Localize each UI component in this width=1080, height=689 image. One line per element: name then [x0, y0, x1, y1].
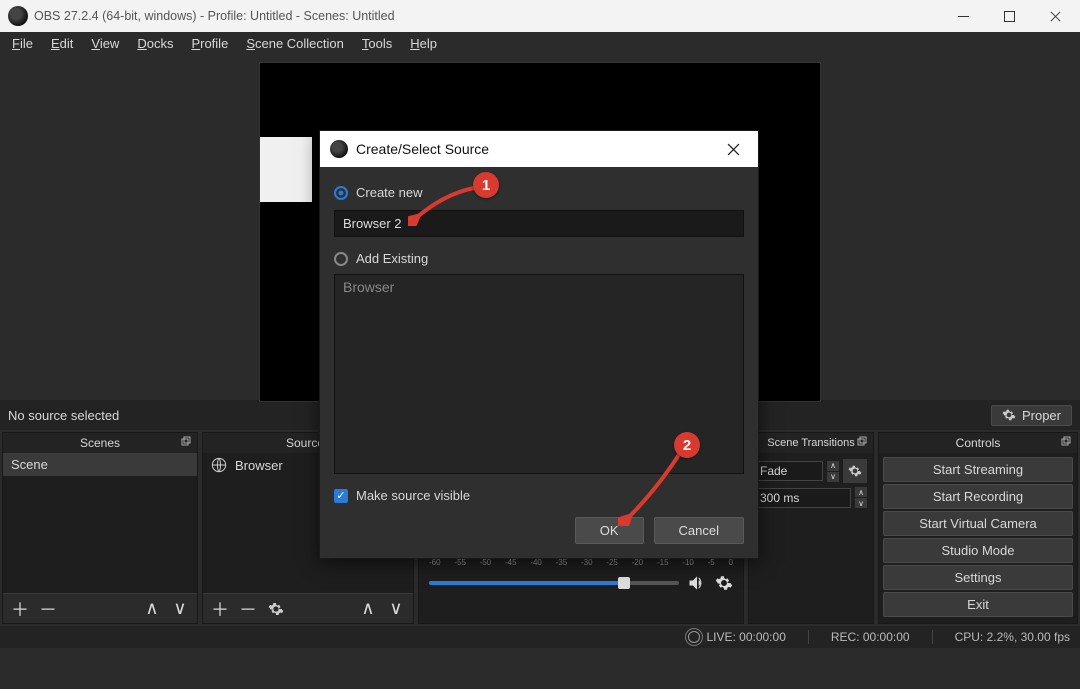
speaker-icon[interactable] — [687, 573, 707, 593]
menu-view[interactable]: View — [83, 34, 127, 53]
move-source-up-button[interactable]: ∧ — [355, 597, 381, 621]
start-recording-button[interactable]: Start Recording — [883, 484, 1073, 509]
detach-icon[interactable] — [1061, 436, 1071, 446]
dock-scenes-header: Scenes — [3, 433, 197, 453]
move-source-down-button[interactable]: ∨ — [383, 597, 409, 621]
maximize-button[interactable] — [986, 0, 1032, 32]
dock-controls-header: Controls — [879, 433, 1077, 453]
remove-scene-button[interactable]: － — [35, 597, 61, 621]
menu-file[interactable]: File — [4, 34, 41, 53]
create-new-radio[interactable]: Create new — [334, 181, 744, 204]
dialog-close-button[interactable] — [718, 134, 748, 164]
add-scene-button[interactable]: ＋ — [7, 597, 33, 621]
gear-icon[interactable] — [715, 574, 733, 592]
source-name-input[interactable] — [334, 210, 744, 237]
transition-settings-button[interactable] — [843, 459, 867, 483]
create-new-label: Create new — [356, 185, 422, 200]
statusbar: LIVE: 00:00:00 REC: 00:00:00 CPU: 2.2%, … — [0, 626, 1080, 648]
volume-slider[interactable] — [429, 581, 679, 585]
radio-icon — [334, 252, 348, 266]
app-icon — [8, 6, 28, 26]
add-source-button[interactable]: ＋ — [207, 597, 233, 621]
dock-transitions: Scene Transitions Fade ∧∨ 300 ms ∧∨ — [748, 432, 874, 624]
settings-button[interactable]: Settings — [883, 565, 1073, 590]
detach-icon[interactable] — [181, 436, 191, 446]
studio-mode-button[interactable]: Studio Mode — [883, 538, 1073, 563]
properties-button[interactable]: Proper — [991, 405, 1072, 426]
status-cpu: CPU: 2.2%, 30.00 fps — [955, 630, 1070, 644]
status-rec: REC: 00:00:00 — [831, 630, 910, 644]
status-live: LIVE: 00:00:00 — [688, 630, 785, 644]
minimize-button[interactable] — [940, 0, 986, 32]
make-visible-checkbox[interactable]: ✓ Make source visible — [334, 482, 744, 515]
create-source-dialog: Create/Select Source Create new Add Exis… — [319, 130, 759, 559]
menu-profile[interactable]: Profile — [183, 34, 236, 53]
checkbox-icon: ✓ — [334, 489, 348, 503]
scene-item[interactable]: Scene — [3, 453, 197, 476]
menu-edit[interactable]: Edit — [43, 34, 81, 53]
dialog-title: Create/Select Source — [356, 141, 718, 157]
exit-button[interactable]: Exit — [883, 592, 1073, 617]
transition-spinner[interactable]: ∧∨ — [827, 461, 839, 482]
menu-help[interactable]: Help — [402, 34, 445, 53]
detach-icon[interactable] — [857, 436, 867, 446]
radio-icon — [334, 186, 348, 200]
move-scene-up-button[interactable]: ∧ — [139, 597, 165, 621]
make-visible-label: Make source visible — [356, 488, 470, 503]
dock-scenes: Scenes Scene ＋ － ∧ ∨ — [2, 432, 198, 624]
meter-scale: -60-55-50-45-40-35-30-25-20-15-10-50 — [429, 558, 733, 567]
menubar: File Edit View Docks Profile Scene Colle… — [0, 32, 1080, 54]
globe-icon — [211, 457, 227, 473]
menu-docks[interactable]: Docks — [129, 34, 181, 53]
transition-select[interactable]: Fade — [755, 461, 823, 481]
transition-duration-input[interactable]: 300 ms — [755, 488, 851, 508]
close-button[interactable] — [1032, 0, 1078, 32]
annotation-badge-2: 2 — [674, 432, 700, 458]
start-streaming-button[interactable]: Start Streaming — [883, 457, 1073, 482]
dock-transitions-header: Scene Transitions — [749, 433, 873, 453]
window-titlebar: OBS 27.2.4 (64-bit, windows) - Profile: … — [0, 0, 1080, 32]
properties-label: Proper — [1022, 408, 1061, 423]
duration-spinner[interactable]: ∧∨ — [855, 487, 867, 508]
source-item-label: Browser — [235, 458, 283, 473]
existing-source-item[interactable]: Browser — [343, 279, 735, 295]
ok-button[interactable]: OK — [575, 517, 644, 544]
dock-controls: Controls Start Streaming Start Recording… — [878, 432, 1078, 624]
gear-icon — [848, 464, 862, 478]
scenes-list[interactable]: Scene — [3, 453, 197, 593]
app-icon — [330, 140, 348, 158]
menu-scene-collection[interactable]: Scene Collection — [238, 34, 352, 53]
add-existing-radio[interactable]: Add Existing — [334, 247, 744, 270]
add-existing-label: Add Existing — [356, 251, 428, 266]
source-properties-button[interactable] — [263, 597, 289, 621]
gear-icon — [268, 601, 284, 617]
menu-tools[interactable]: Tools — [354, 34, 400, 53]
window-title: OBS 27.2.4 (64-bit, windows) - Profile: … — [34, 9, 940, 23]
remove-source-button[interactable]: － — [235, 597, 261, 621]
move-scene-down-button[interactable]: ∨ — [167, 597, 193, 621]
cancel-button[interactable]: Cancel — [654, 517, 744, 544]
dialog-titlebar: Create/Select Source — [320, 131, 758, 167]
gear-icon — [1002, 408, 1016, 422]
close-icon — [727, 143, 740, 156]
annotation-badge-1: 1 — [473, 172, 499, 198]
start-virtual-camera-button[interactable]: Start Virtual Camera — [883, 511, 1073, 536]
no-source-label: No source selected — [8, 408, 119, 423]
